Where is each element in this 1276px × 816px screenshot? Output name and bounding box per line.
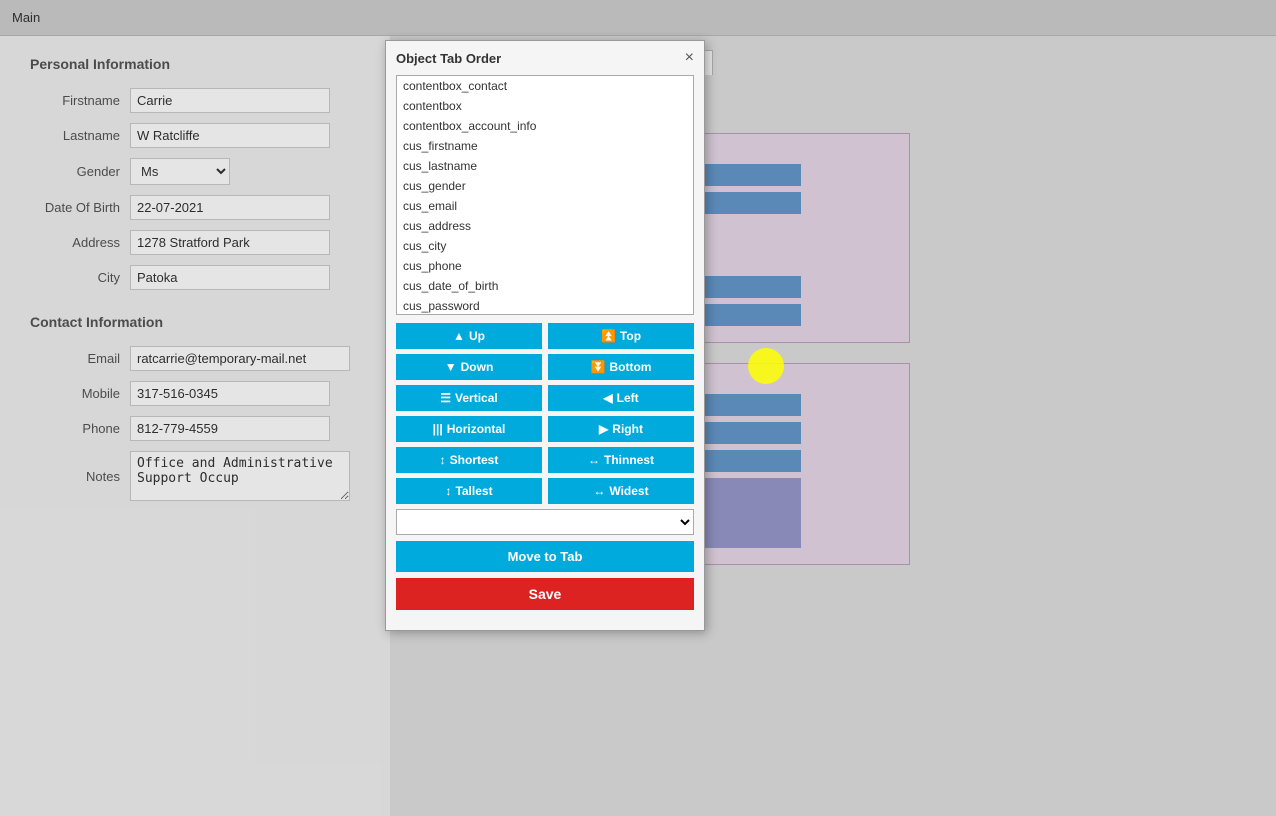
widest-icon: ↔ <box>593 484 605 498</box>
list-item-cus-lastname[interactable]: cus_lastname <box>397 156 693 176</box>
left-button[interactable]: ◀ Left <box>548 385 694 411</box>
list-item-cus-password[interactable]: cus_password <box>397 296 693 315</box>
down-button[interactable]: ▼ Down <box>396 354 542 380</box>
list-item-cus-email[interactable]: cus_email <box>397 196 693 216</box>
widest-button[interactable]: ↔ Widest <box>548 478 694 504</box>
list-item-contentbox[interactable]: contentbox <box>397 96 693 116</box>
modal-header: Object Tab Order × <box>386 41 704 75</box>
up-button[interactable]: ▲ Up <box>396 323 542 349</box>
modal-buttons: ▲ Up ⏫ Top ▼ Down ⏬ Bottom ☰ Vertical <box>396 323 694 504</box>
list-item-cus-city[interactable]: cus_city <box>397 236 693 256</box>
bottom-arrow-icon: ⏬ <box>591 360 606 374</box>
thinnest-icon: ↔ <box>588 453 600 467</box>
shortest-button[interactable]: ↕ Shortest <box>396 447 542 473</box>
btn-row-tallest-widest: ↕ Tallest ↔ Widest <box>396 478 694 504</box>
move-to-tab-button[interactable]: Move to Tab <box>396 541 694 572</box>
tallest-icon: ↕ <box>445 484 451 498</box>
down-arrow-icon: ▼ <box>445 360 457 374</box>
horizontal-button[interactable]: ||| Horizontal <box>396 416 542 442</box>
tallest-button[interactable]: ↕ Tallest <box>396 478 542 504</box>
top-button[interactable]: ⏫ Top <box>548 323 694 349</box>
vertical-button[interactable]: ☰ Vertical <box>396 385 542 411</box>
modal-dropdown-row <box>396 509 694 535</box>
shortest-icon: ↕ <box>440 453 446 467</box>
btn-row-shortest-thinnest: ↕ Shortest ↔ Thinnest <box>396 447 694 473</box>
btn-row-vertical-left: ☰ Vertical ◀ Left <box>396 385 694 411</box>
top-arrow-icon: ⏫ <box>601 329 616 343</box>
up-arrow-icon: ▲ <box>453 329 465 343</box>
btn-row-horizontal-right: ||| Horizontal ▶ Right <box>396 416 694 442</box>
modal-dialog: Object Tab Order × contentbox_contact co… <box>385 40 705 631</box>
modal-title: Object Tab Order <box>396 51 501 66</box>
list-item-cus-address[interactable]: cus_address <box>397 216 693 236</box>
list-item-contentbox-account[interactable]: contentbox_account_info <box>397 116 693 136</box>
list-item-contentbox-contact[interactable]: contentbox_contact <box>397 76 693 96</box>
save-button[interactable]: Save <box>396 578 694 610</box>
modal-close-button[interactable]: × <box>685 49 694 67</box>
btn-row-down-bottom: ▼ Down ⏬ Bottom <box>396 354 694 380</box>
left-arrow-icon: ◀ <box>603 391 612 405</box>
thinnest-button[interactable]: ↔ Thinnest <box>548 447 694 473</box>
bottom-button[interactable]: ⏬ Bottom <box>548 354 694 380</box>
tab-dropdown[interactable] <box>396 509 694 535</box>
btn-row-up-top: ▲ Up ⏫ Top <box>396 323 694 349</box>
horizontal-icon: ||| <box>433 422 443 436</box>
right-button[interactable]: ▶ Right <box>548 416 694 442</box>
modal-list[interactable]: contentbox_contact contentbox contentbox… <box>396 75 694 315</box>
list-item-cus-dob[interactable]: cus_date_of_birth <box>397 276 693 296</box>
list-item-cus-phone[interactable]: cus_phone <box>397 256 693 276</box>
list-item-cus-gender[interactable]: cus_gender <box>397 176 693 196</box>
right-arrow-icon: ▶ <box>599 422 608 436</box>
vertical-icon: ☰ <box>440 391 451 405</box>
list-item-cus-firstname[interactable]: cus_firstname <box>397 136 693 156</box>
